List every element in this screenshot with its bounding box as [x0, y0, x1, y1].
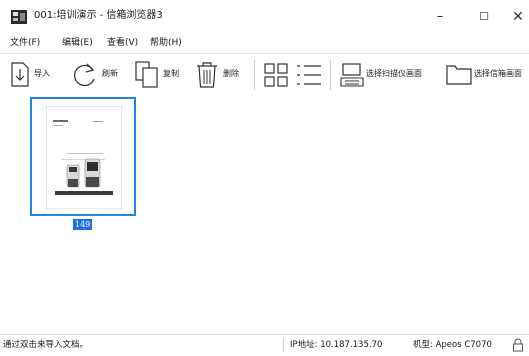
title-bar: 001:培训演示 - 信箱浏览器3 – ☐ ✕	[0, 0, 529, 34]
toolbar: 导入 刷新 复制 删除 选择扫描仪画面 选择信箱画面	[0, 53, 529, 97]
grid-view-button[interactable]	[262, 54, 290, 96]
lock-icon	[513, 338, 523, 352]
menu-edit[interactable]: 编辑(E)	[62, 35, 93, 51]
app-icon	[11, 10, 27, 24]
copy-label: 复制	[163, 69, 179, 78]
minimize-button[interactable]: –	[422, 6, 458, 28]
document-thumbnail[interactable]	[30, 97, 136, 216]
grid-view-icon	[264, 63, 288, 87]
import-button[interactable]: 导入	[8, 54, 54, 96]
menu-view[interactable]: 查看(V)	[107, 35, 138, 51]
close-button[interactable]: ✕	[500, 6, 529, 28]
refresh-button[interactable]: 刷新	[72, 54, 122, 96]
menu-file[interactable]: 文件(F)	[10, 35, 40, 51]
status-ip-address: IP地址: 10.187.135.70	[290, 340, 383, 350]
menu-help[interactable]: 帮助(H)	[150, 35, 182, 51]
select-mailbox-label: 选择信箱画面	[474, 69, 522, 78]
maximize-button[interactable]: ☐	[466, 6, 502, 28]
status-bar: 通过双击来导入文档。 IP地址: 10.187.135.70 机型: Apeos…	[0, 334, 529, 356]
window-title: 001:培训演示 - 信箱浏览器3	[34, 10, 163, 21]
page-number-badge: 149	[73, 219, 93, 230]
import-label: 导入	[34, 69, 50, 78]
scanner-icon	[340, 63, 364, 87]
page-preview-image	[53, 120, 113, 195]
select-scanner-button[interactable]: 选择扫描仪画面	[338, 54, 442, 96]
toolbar-separator	[330, 60, 331, 90]
select-scanner-label: 选择扫描仪画面	[366, 69, 422, 78]
delete-button[interactable]: 删除	[194, 54, 246, 96]
trash-icon	[197, 62, 217, 88]
page-preview	[46, 106, 122, 209]
refresh-icon	[73, 63, 95, 87]
import-icon	[11, 62, 29, 87]
document-view: 149	[0, 96, 529, 333]
folder-icon	[446, 65, 472, 85]
status-divider	[283, 338, 284, 352]
status-hint: 通过双击来导入文档。	[3, 340, 89, 350]
list-view-icon	[297, 65, 321, 85]
select-mailbox-button[interactable]: 选择信箱画面	[446, 54, 529, 96]
status-model: 机型: Apeos C7070	[413, 340, 492, 350]
copy-button[interactable]: 复制	[134, 54, 184, 96]
toolbar-separator	[254, 60, 255, 90]
copy-icon	[135, 61, 158, 88]
list-view-button[interactable]	[294, 54, 324, 96]
delete-label: 删除	[223, 69, 239, 78]
refresh-label: 刷新	[102, 69, 118, 78]
